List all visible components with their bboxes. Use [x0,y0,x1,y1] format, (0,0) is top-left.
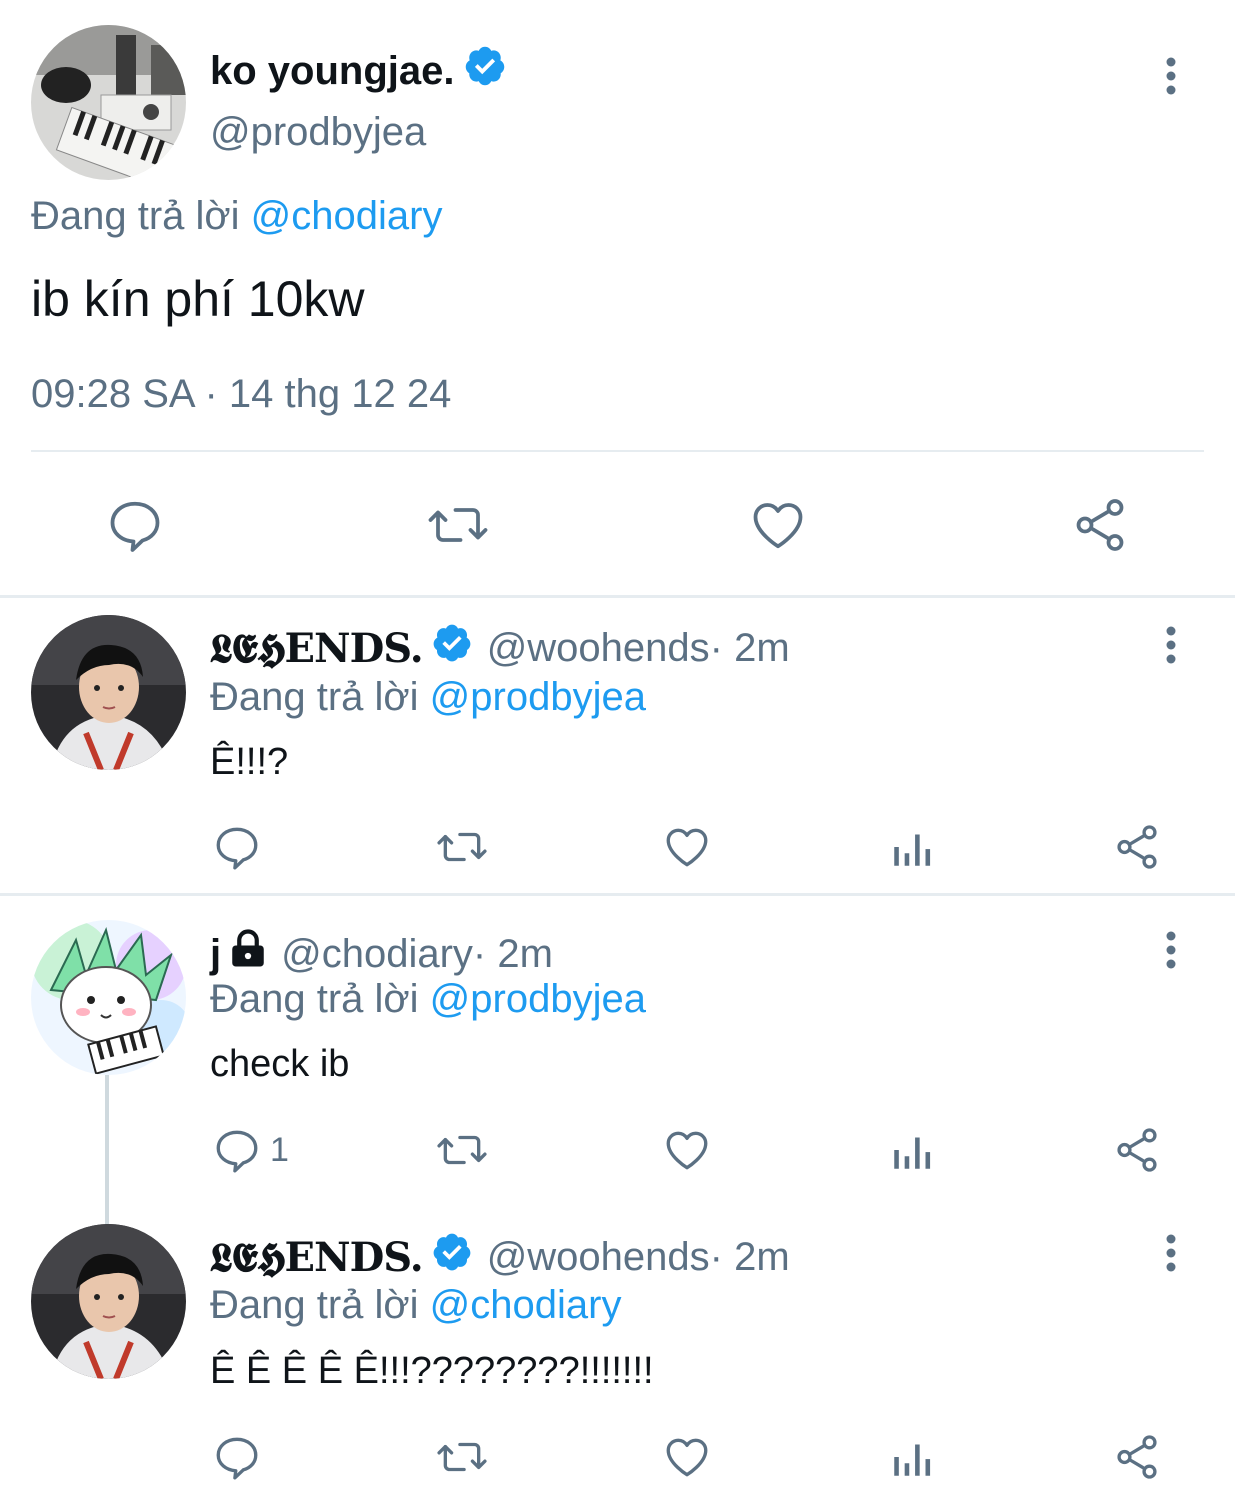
more-options-icon[interactable] [1155,930,1187,975]
reply-time: · 2m [472,931,553,976]
reply-avatar[interactable] [31,920,186,1075]
retweet-icon[interactable] [434,1432,487,1482]
replying-to-line: Đang trả lời @chodiary [31,194,442,239]
main-tweet-text: ib kín phí 10kw [31,271,365,327]
more-options-icon[interactable] [1155,56,1187,101]
reply-header: 𝕷𝕰𝕳ENDS. @woohends · 2m [210,622,790,674]
replying-prefix: Đang trả lời [210,1283,419,1327]
cartoon-hamster-avatar-icon [31,920,186,1075]
like-icon[interactable] [748,495,808,555]
analytics-icon[interactable] [888,822,938,872]
analytics-icon[interactable] [888,1125,938,1175]
share-icon[interactable] [1070,495,1130,555]
more-options-icon[interactable] [1155,625,1187,670]
main-handle[interactable]: @prodbyjea [210,110,426,155]
reply-tweet[interactable]: 𝕷𝕰𝕳ENDS. @woohends · 2m Đang trả lời @ch… [0,1207,1235,1506]
reply-header: j @chodiary · 2m [210,928,553,980]
divider [31,450,1204,452]
reply-tweet[interactable]: 𝕷𝕰𝕳ENDS. @woohends · 2m Đang trả lời @pr… [0,600,1235,892]
replying-prefix: Đang trả lời [210,675,419,719]
replying-to-line: Đang trả lời @prodbyjea [210,675,646,720]
reply-time: · 2m [709,625,790,670]
reply-icon[interactable] [212,822,262,872]
reply-display-name[interactable]: 𝕷𝕰𝕳ENDS. [210,625,424,672]
lock-icon [227,928,269,980]
reply-icon[interactable] [212,1125,262,1175]
replying-to-link[interactable]: @prodbyjea [430,977,646,1021]
reply-count: 1 [270,1131,289,1169]
reply-tweet[interactable]: j @chodiary · 2m Đang trả lời @prodbyjea… [0,897,1235,1207]
share-icon[interactable] [1112,1432,1162,1482]
retweet-icon[interactable] [434,822,487,872]
reply-handle[interactable]: @woohends [487,1235,710,1280]
person-avatar-icon [31,615,186,770]
reply-text: Ê Ê Ê Ê Ê!!!????????!!!!!!! [210,1350,654,1392]
retweet-icon[interactable] [434,1125,487,1175]
reply-handle[interactable]: @chodiary [281,932,473,977]
section-separator [0,893,1235,896]
reply-handle[interactable]: @woohends [487,626,710,671]
replying-prefix: Đang trả lời [210,977,419,1021]
replying-to-link[interactable]: @prodbyjea [430,675,646,719]
main-tweet-timestamp: 09:28 SA · 14 thg 12 24 [31,372,452,416]
reply-display-name[interactable]: 𝕷𝕰𝕳ENDS. [210,1234,424,1281]
share-icon[interactable] [1112,1125,1162,1175]
reply-icon[interactable] [105,495,165,555]
reply-icon[interactable] [212,1432,262,1482]
like-icon[interactable] [662,822,712,872]
reply-avatar[interactable] [31,615,186,770]
person-avatar-icon [31,1224,186,1379]
verified-badge-icon [463,44,507,98]
verified-badge-icon [431,622,473,674]
replying-to-link[interactable]: @chodiary [430,1283,622,1327]
section-separator [0,595,1235,598]
more-options-icon[interactable] [1155,1233,1187,1278]
replying-to-link[interactable]: @chodiary [251,194,443,238]
replying-to-line: Đang trả lời @chodiary [210,1283,621,1328]
retweet-icon[interactable] [425,495,488,555]
main-avatar[interactable] [31,25,186,180]
main-display-name: ko youngjae. [210,48,455,93]
main-display-name-row[interactable]: ko youngjae. [210,44,507,98]
replying-prefix: Đang trả lời [31,194,240,238]
reply-display-name[interactable]: j [210,932,221,977]
verified-badge-icon [431,1231,473,1283]
reply-time: · 2m [709,1234,790,1279]
analytics-icon[interactable] [888,1432,938,1482]
like-icon[interactable] [662,1432,712,1482]
main-tweet: ko youngjae. @prodbyjea Đang trả lời @ch… [0,0,1235,597]
reply-text: check ib [210,1043,350,1085]
studio-desk-avatar-icon [31,25,186,180]
reply-header: 𝕷𝕰𝕳ENDS. @woohends · 2m [210,1231,790,1283]
replying-to-line: Đang trả lời @prodbyjea [210,977,646,1022]
share-icon[interactable] [1112,822,1162,872]
reply-avatar[interactable] [31,1224,186,1379]
reply-text: Ê!!!? [210,741,289,783]
like-icon[interactable] [662,1125,712,1175]
